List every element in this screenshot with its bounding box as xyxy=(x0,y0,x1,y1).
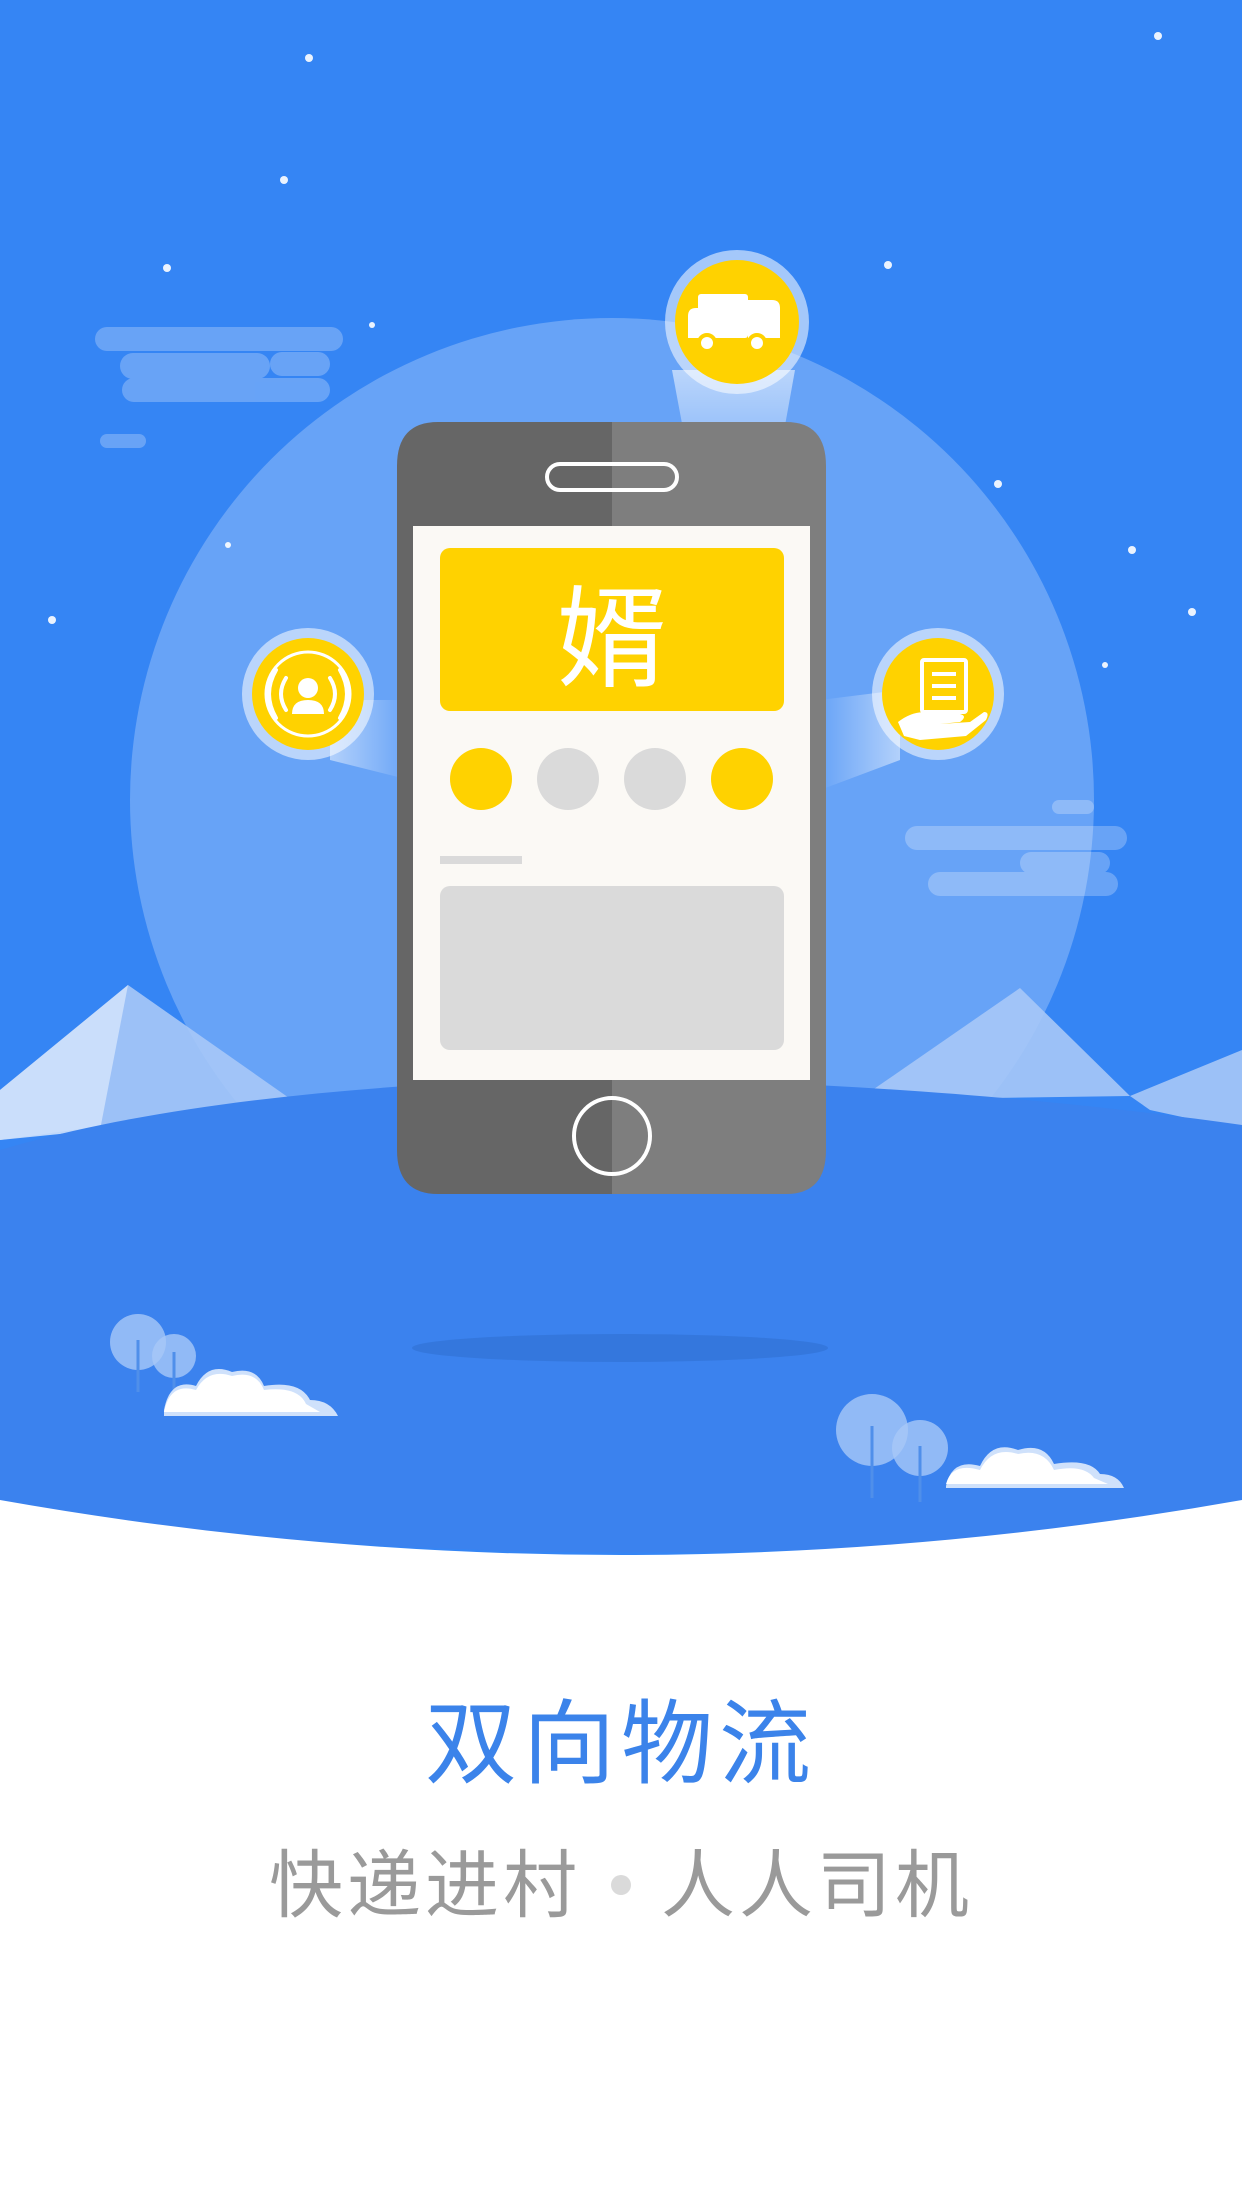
courier-signal-icon xyxy=(242,628,374,760)
delivery-truck-icon xyxy=(665,250,809,394)
phone-shadow xyxy=(412,1334,828,1362)
subtitle-left: 快递进村 xyxy=(269,1843,581,1929)
subtitle-right: 人人司机 xyxy=(661,1843,973,1929)
phone-illustration: 婿 xyxy=(397,422,826,1194)
splash-screen: 婿 双向物流 快递进村 人人司机 xyxy=(0,0,1242,2208)
page-title: 双向物流 xyxy=(424,1691,817,1798)
parcel-in-hand-icon xyxy=(872,628,1004,760)
subtitle: 快递进村 人人司机 xyxy=(0,1836,1242,1936)
separator-dot-icon xyxy=(611,1874,631,1895)
phone-banner-glyph: 婿 xyxy=(557,576,667,704)
hero-illustration: 婿 xyxy=(0,0,1242,1580)
